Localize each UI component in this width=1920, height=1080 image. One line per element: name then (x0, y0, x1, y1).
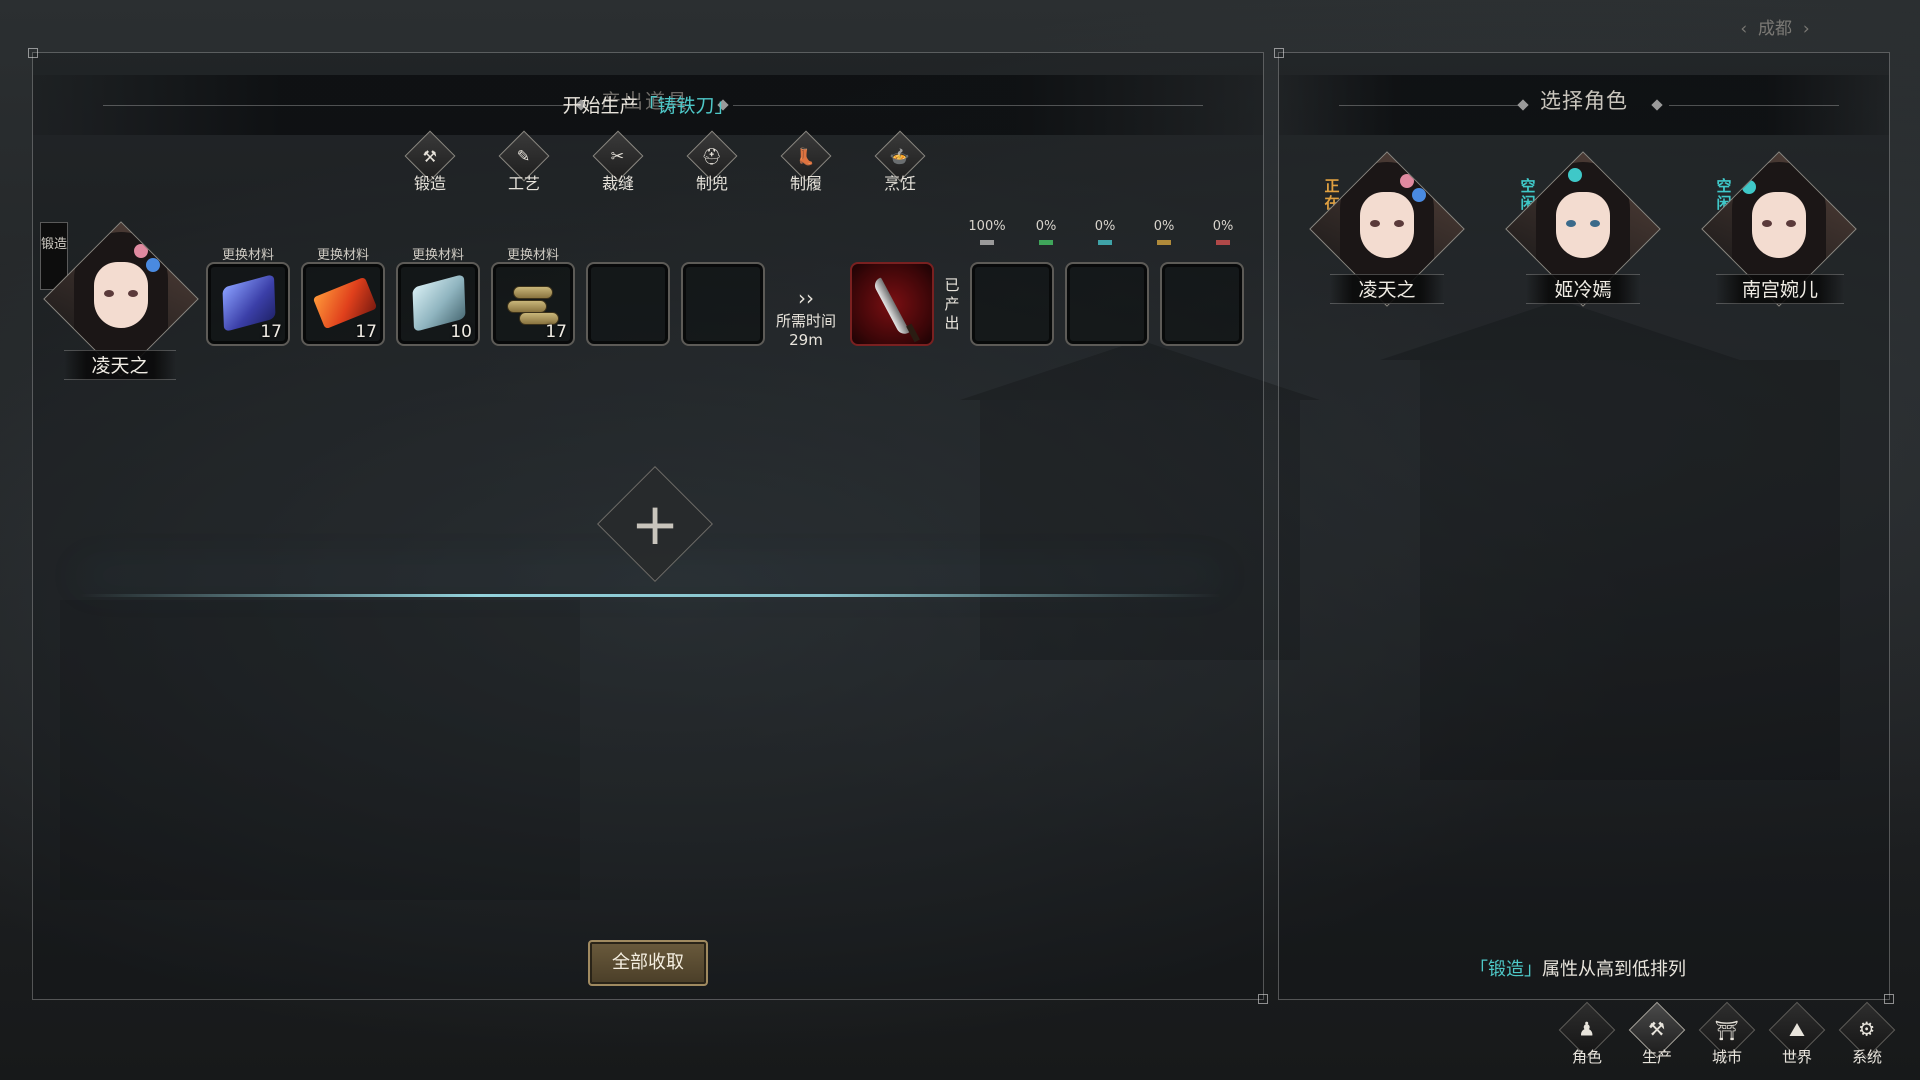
city-name: 成都 (1758, 19, 1792, 39)
quality-color-bar (1157, 240, 1171, 245)
nav-label: 世界 (1781, 1048, 1812, 1066)
production-title-prefix: 开始生产 (562, 95, 639, 117)
collect-all-button[interactable]: 全部收取 (588, 940, 708, 986)
nav-label: 生产 (1641, 1048, 1672, 1066)
nav-label: 系统 (1851, 1048, 1882, 1066)
production-title: 开始生产「铸铁刀」 (33, 91, 1263, 118)
material-slot[interactable]: 17 (491, 262, 575, 346)
change-material-link[interactable]: 更换材料 (396, 244, 480, 263)
time-value: 29m (789, 331, 823, 349)
plus-icon: + (630, 490, 680, 558)
output-slot[interactable] (970, 262, 1054, 346)
production-time: ›› 所需时间 29m (764, 286, 848, 349)
tab-tailoring[interactable]: ✂ 裁缝 (583, 130, 653, 194)
quality-rate: 0% (1035, 219, 1057, 234)
nav-label: 城市 (1711, 1048, 1742, 1066)
quality-color-bar (980, 240, 994, 245)
quality-rate: 0% (1212, 219, 1234, 234)
tab-helmets[interactable]: ⛑ 制兜 (677, 130, 747, 194)
change-material-link[interactable]: 更换材料 (301, 244, 385, 263)
tab-label: 烹饪 (883, 174, 916, 193)
change-material-link[interactable]: 更换材料 (491, 244, 575, 263)
quality-color-bar (1039, 240, 1053, 245)
output-slot[interactable] (1065, 262, 1149, 346)
worker-name: 凌天之 (64, 350, 176, 380)
sort-attribute: 「锻造」 (1470, 959, 1542, 980)
tab-label: 制兜 (695, 174, 728, 193)
change-material-link[interactable]: 更换材料 (206, 244, 290, 263)
material-count: 17 (545, 322, 567, 342)
tab-label: 制履 (789, 174, 822, 193)
sort-hint: 「锻造」属性从高到低排列 (1470, 955, 1686, 981)
nav-world[interactable]: ⛰ 世界 (1766, 1001, 1828, 1067)
produced-label: 已产出 (944, 276, 960, 332)
tab-shoes[interactable]: 👢 制履 (771, 130, 841, 194)
quality-rate: 100% (968, 219, 1006, 234)
quality-rate: 0% (1094, 219, 1116, 234)
empty-material-slot[interactable] (586, 262, 670, 346)
material-slot[interactable]: 17 (206, 262, 290, 346)
nav-character[interactable]: ♟ 角色 (1556, 1001, 1618, 1067)
character-name: 南宫婉儿 (1716, 274, 1844, 304)
material-count: 17 (260, 322, 282, 342)
output-slot[interactable] (1160, 262, 1244, 346)
tab-label: 裁缝 (601, 174, 634, 193)
sort-hint-text: 属性从高到低排列 (1542, 959, 1686, 980)
character-name: 姬冷嫣 (1526, 274, 1640, 304)
quality-color-bar (1098, 240, 1112, 245)
tab-cooking[interactable]: 🍲 烹饪 (865, 130, 935, 194)
material-count: 10 (450, 322, 472, 342)
next-city-icon[interactable]: › (1803, 19, 1810, 39)
quality-rate: 0% (1153, 219, 1175, 234)
production-item-name: 「铸铁刀」 (638, 95, 734, 117)
material-count: 17 (355, 322, 377, 342)
material-slot[interactable]: 17 (301, 262, 385, 346)
nav-system[interactable]: ⚙ 系统 (1836, 1001, 1898, 1067)
double-arrow-icon: ›› (798, 286, 814, 310)
tab-forging[interactable]: ⚒ 锻造 (395, 130, 465, 194)
nav-city[interactable]: ⛩ 城市 (1696, 1001, 1758, 1067)
city-selector[interactable]: ‹ 成都 › (1640, 14, 1910, 44)
quality-color-bar (1216, 240, 1230, 245)
empty-material-slot[interactable] (681, 262, 765, 346)
production-divider (80, 594, 1220, 597)
tab-label: 工艺 (507, 174, 540, 193)
tab-crafts[interactable]: ✎ 工艺 (489, 130, 559, 194)
tab-label: 锻造 (413, 174, 446, 193)
prev-city-icon[interactable]: ‹ (1740, 19, 1747, 39)
character-name: 凌天之 (1330, 274, 1444, 304)
nav-production[interactable]: ⚒ 生产 (1626, 1001, 1688, 1067)
character-select-title: 选择角色 (1540, 89, 1628, 113)
material-slot[interactable]: 10 (396, 262, 480, 346)
product-slot[interactable] (850, 262, 934, 346)
nav-label: 角色 (1571, 1048, 1602, 1066)
time-label: 所需时间 (775, 312, 836, 330)
